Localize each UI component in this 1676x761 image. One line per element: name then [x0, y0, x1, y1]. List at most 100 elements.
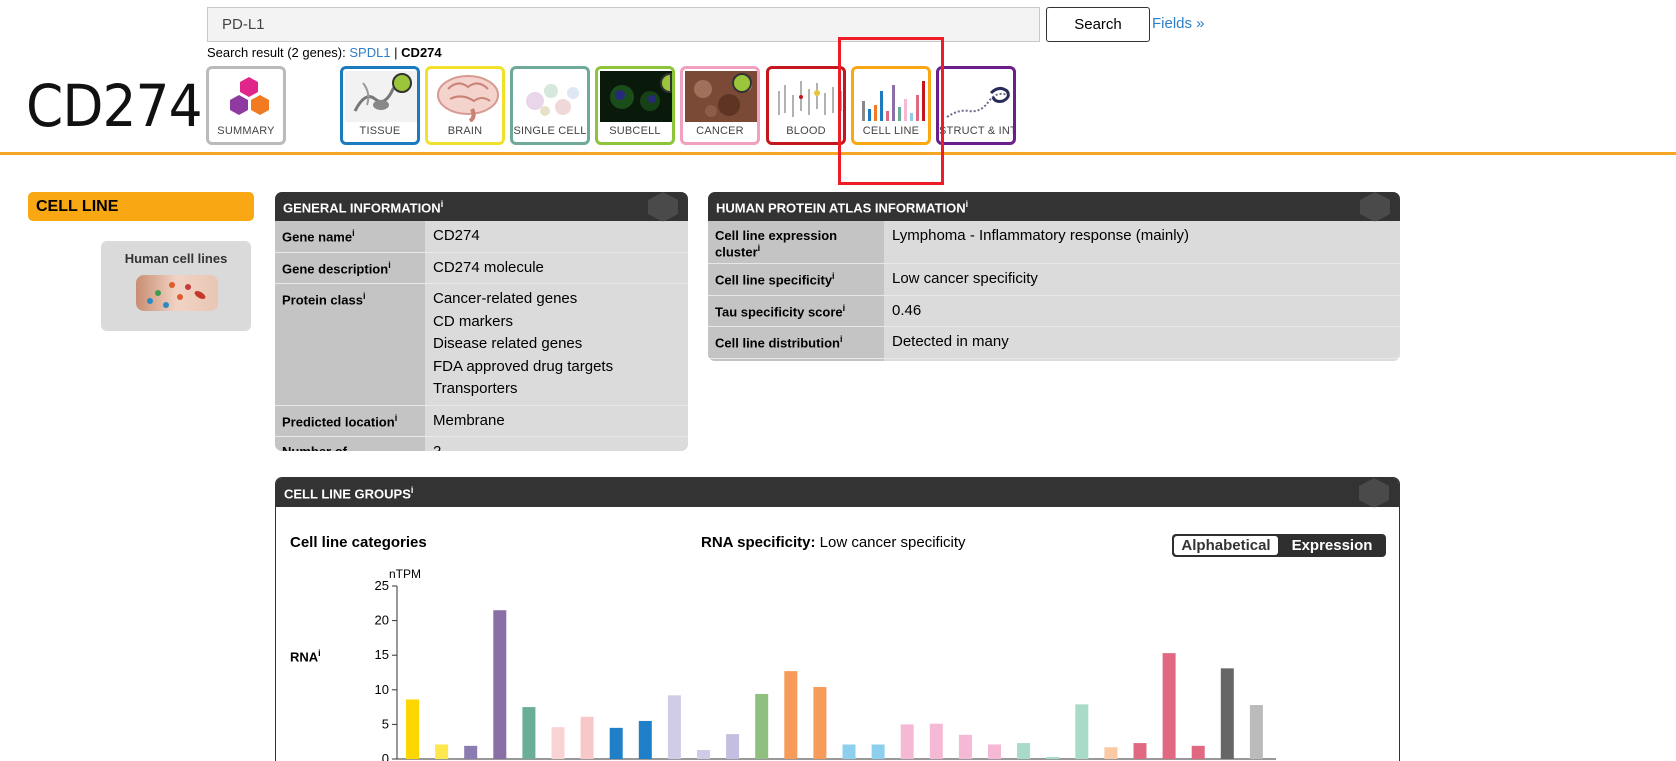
y-tick-label: 5 — [382, 716, 389, 731]
rna-expression-bar-chart: nTPM 0 5 10 15 20 25 — [375, 567, 1276, 761]
subcell-thumbnail-icon — [600, 71, 672, 122]
chart-bar — [1017, 743, 1031, 759]
row-key-text: Gene description — [282, 260, 389, 276]
row-value: 2 — [425, 437, 688, 451]
structure-thumbnail-icon — [941, 71, 1011, 122]
chart-bar — [435, 744, 449, 759]
search-result-separator: | — [390, 45, 402, 60]
row-key: Gene descriptioni — [275, 252, 425, 283]
panel-header: HUMAN PROTEIN ATLAS INFORMATIONi — [708, 192, 1400, 222]
chart-bar — [1075, 704, 1089, 759]
panel-header: GENERAL INFORMATIONi — [275, 192, 688, 222]
tab-summary[interactable]: SUMMARY — [206, 66, 286, 145]
chart-bar — [988, 744, 1001, 759]
row-key: Tau specificity scorei — [708, 295, 884, 327]
row-value: CD274 — [425, 221, 688, 252]
status-dot-icon — [732, 73, 752, 93]
info-icon[interactable]: i — [441, 199, 444, 209]
tab-label: STRUCT & INT — [939, 125, 1016, 137]
table-row: Number of transcriptsi 2 — [275, 436, 688, 451]
sidebar-item-human-cell-lines[interactable]: Human cell lines — [101, 241, 251, 331]
tab-single-cell[interactable]: SINGLE CELL — [510, 66, 590, 145]
chart-bar — [406, 699, 419, 759]
row-key: Cell line distributioni — [708, 327, 884, 358]
tab-tissue[interactable]: TISSUE — [340, 66, 420, 145]
info-icon[interactable]: i — [352, 228, 355, 238]
chart-bar — [929, 723, 943, 759]
fields-link[interactable]: Fields » — [1152, 15, 1205, 32]
row-value-item: Transporters — [433, 380, 518, 397]
table-row: Tau specificity scorei 0.46 — [708, 294, 1400, 327]
y-tick-label: 20 — [375, 613, 389, 628]
chart-bar — [813, 687, 827, 759]
tab-label: BRAIN — [447, 125, 483, 137]
chart-bar — [1220, 668, 1234, 759]
chart-bar — [638, 720, 652, 759]
info-icon[interactable]: i — [395, 413, 398, 423]
tab-subcell[interactable]: SUBCELL — [595, 66, 675, 145]
y-tick-label: 25 — [375, 578, 389, 593]
chart-bar — [464, 745, 478, 759]
panel-title: GENERAL INFORMATION — [283, 200, 441, 216]
chart-bar — [871, 744, 885, 759]
info-icon[interactable]: i — [843, 303, 846, 313]
row-value: CD274 molecule — [425, 252, 688, 283]
brain-thumbnail-icon — [430, 71, 500, 123]
row-value-item: 0.46 — [892, 301, 922, 319]
chart-bar — [842, 744, 856, 759]
table-row: Cell line specificityi Low cancer specifi… — [708, 263, 1400, 295]
hexagon-decoration-icon — [1360, 192, 1390, 222]
row-key: Cell line specificityi — [708, 264, 884, 295]
hpa-information-table: Cell line expression clusteri Lymphoma - … — [708, 221, 1400, 361]
tab-label: BLOOD — [786, 125, 826, 137]
chart-bar — [1191, 745, 1205, 759]
row-value-item: CD274 molecule — [433, 258, 544, 276]
chart-bar — [784, 671, 798, 759]
chart-bar — [1046, 756, 1060, 759]
tab-brain[interactable]: BRAIN — [425, 66, 505, 145]
table-row: Protein classi Cancer-related genes CD mar… — [275, 283, 688, 405]
chart-bar — [1104, 747, 1118, 759]
chart-bar — [551, 727, 565, 759]
row-key: Protein classi — [275, 284, 425, 405]
row-key-text: Protein class — [282, 292, 363, 308]
tab-struct-int[interactable]: STRUCT & INT — [936, 66, 1016, 145]
row-value: 0.46 — [884, 295, 1400, 327]
row-value-item: Membrane — [433, 411, 505, 429]
row-key: Cell line expression clusteri — [708, 221, 884, 264]
info-icon[interactable]: i — [966, 199, 969, 209]
info-icon[interactable]: i — [832, 271, 835, 281]
row-value: Lymphoma - Inflammatory response (mainly… — [884, 221, 1400, 264]
general-information-table: Gene namei CD274 Gene descriptioni CD274 mo… — [275, 221, 688, 451]
chart-bar — [697, 750, 710, 759]
row-key: Protein evidencei — [708, 358, 884, 361]
info-icon[interactable]: i — [840, 334, 843, 344]
table-row: Gene namei CD274 — [275, 221, 688, 252]
row-key-text: Cell line distribution — [715, 335, 840, 351]
info-icon[interactable]: i — [363, 291, 366, 301]
chart-bar — [580, 716, 594, 759]
tab-blood[interactable]: BLOOD — [766, 66, 846, 145]
tab-label: CANCER — [696, 125, 744, 137]
tab-cancer[interactable]: CANCER — [680, 66, 760, 145]
chart-bar — [609, 727, 623, 759]
row-value: Cancer-related genes CD markers Disease re… — [425, 284, 688, 405]
row-key-text: Gene name — [282, 229, 353, 245]
chart-bar — [900, 724, 914, 759]
summary-hexagon-icon — [211, 71, 281, 122]
row-value-item: Low cancer specificity — [892, 270, 1038, 288]
row-key-text: Cell line specificity — [715, 272, 833, 288]
info-icon[interactable]: i — [388, 260, 391, 270]
tab-label: SUMMARY — [217, 125, 275, 137]
info-icon[interactable]: i — [758, 243, 761, 253]
row-value-item: Detected in many — [892, 333, 1009, 351]
hpa-information-panel: HUMAN PROTEIN ATLAS INFORMATIONi Cell li… — [708, 192, 1400, 361]
page-root: Search Fields » Search result (2 genes):… — [0, 0, 1676, 761]
chart-bar — [667, 695, 681, 759]
hexagon-decoration-icon — [648, 192, 678, 222]
gene-link-spdl1[interactable]: SPDL1 — [349, 45, 390, 60]
y-tick-label: 0 — [382, 751, 389, 761]
tab-label: SUBCELL — [609, 125, 661, 137]
row-value: Membrane — [425, 405, 688, 436]
search-button[interactable]: Search — [1046, 7, 1150, 42]
